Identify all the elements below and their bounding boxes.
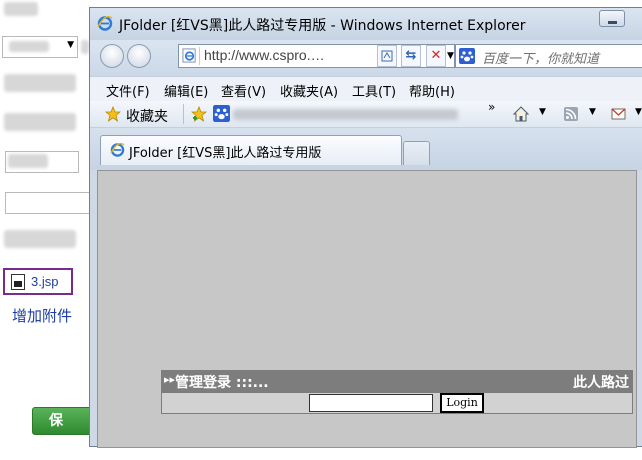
add-favorite-icon[interactable] bbox=[191, 106, 207, 122]
blurred-field bbox=[4, 113, 76, 131]
blurred-field bbox=[4, 230, 76, 248]
rss-feed-icon[interactable] bbox=[562, 105, 580, 123]
home-icon[interactable] bbox=[512, 105, 530, 123]
compatibility-icon bbox=[381, 50, 393, 62]
baidu-paw-icon bbox=[459, 48, 475, 64]
favorites-star-icon[interactable] bbox=[105, 106, 121, 122]
navigation-bar: http://www.cspro.… ▼ ⇆ ✕ 百度一下，你就知道 bbox=[90, 40, 642, 76]
menu-help[interactable]: 帮助(H) bbox=[409, 81, 455, 100]
window-title: JFolder [红VS黑]此人路过专用版 - Windows Internet… bbox=[119, 18, 526, 34]
login-panel: ▸▸ 管理登录 :::... 此人路过 Login bbox=[161, 370, 633, 416]
favorites-bar: 收藏夹 » ▼ ▼ ▼ bbox=[90, 100, 642, 128]
login-title: 管理登录 :::... bbox=[175, 375, 269, 391]
more-favorites-chevron[interactable]: » bbox=[488, 100, 495, 114]
refresh-button[interactable]: ⇆ bbox=[401, 45, 421, 67]
page-icon bbox=[182, 48, 196, 63]
menu-file[interactable]: 文件(F) bbox=[106, 81, 150, 100]
search-box[interactable]: 百度一下，你就知道 bbox=[455, 44, 642, 68]
chevron-down-icon[interactable]: ▼ bbox=[447, 51, 454, 61]
add-attachment-link[interactable]: 增加附件 bbox=[12, 305, 72, 326]
title-bar[interactable]: JFolder [红VS黑]此人路过专用版 - Windows Internet… bbox=[90, 8, 642, 40]
attachment-file[interactable]: 3.jsp bbox=[3, 268, 73, 295]
search-placeholder[interactable]: 百度一下，你就知道 bbox=[482, 48, 599, 67]
chevron-down-icon[interactable]: ▼ bbox=[589, 107, 596, 117]
minimize-button[interactable] bbox=[599, 10, 625, 27]
password-input[interactable] bbox=[309, 394, 433, 412]
save-button[interactable]: 保 存 bbox=[32, 407, 92, 455]
baidu-paw-icon[interactable] bbox=[213, 105, 230, 122]
login-button[interactable]: Login bbox=[440, 393, 484, 413]
address-text[interactable]: http://www.cspro.… bbox=[204, 47, 325, 63]
stop-button[interactable]: ✕ bbox=[426, 45, 446, 67]
attachment-link[interactable]: 3.jsp bbox=[31, 274, 58, 289]
chevron-down-icon: ▼ bbox=[67, 40, 74, 50]
ie-window: JFolder [红VS黑]此人路过专用版 - Windows Internet… bbox=[89, 7, 642, 448]
mail-icon[interactable] bbox=[610, 105, 628, 123]
tab-jfolder[interactable]: JFolder [红VS黑]此人路过专用版 bbox=[100, 135, 402, 165]
login-body: Login bbox=[161, 392, 633, 414]
chevron-down-icon[interactable]: ▼ bbox=[635, 107, 642, 117]
file-icon bbox=[11, 273, 25, 290]
double-arrow-icon: ▸▸ bbox=[164, 373, 176, 386]
blurred-favorites bbox=[233, 109, 458, 120]
tab-strip: JFolder [红VS黑]此人路过专用版 bbox=[90, 128, 642, 170]
menu-tools[interactable]: 工具(T) bbox=[352, 81, 396, 100]
blurred-text bbox=[4, 2, 38, 16]
menu-bar: 文件(F) 编辑(E) 查看(V) 收藏夹(A) 工具(T) 帮助(H) bbox=[90, 76, 642, 101]
background-select[interactable]: ▼ bbox=[2, 36, 78, 58]
login-header: ▸▸ 管理登录 :::... 此人路过 bbox=[161, 370, 633, 392]
compatibility-view-button[interactable] bbox=[377, 45, 397, 67]
forward-button[interactable] bbox=[127, 44, 151, 68]
address-separator bbox=[199, 47, 200, 65]
back-button[interactable] bbox=[100, 44, 124, 68]
ie-logo-icon bbox=[110, 142, 125, 157]
menu-edit[interactable]: 编辑(E) bbox=[164, 81, 208, 100]
blurred-text bbox=[8, 154, 48, 168]
blurred-text bbox=[9, 41, 49, 52]
background-input[interactable] bbox=[5, 192, 91, 214]
blurred-field bbox=[4, 74, 76, 92]
favorites-label[interactable]: 收藏夹 bbox=[126, 106, 168, 126]
refresh-icon: ⇆ bbox=[405, 48, 417, 63]
menu-favorites[interactable]: 收藏夹(A) bbox=[280, 81, 338, 100]
background-input[interactable] bbox=[5, 151, 79, 173]
close-icon: ✕ bbox=[430, 48, 442, 63]
new-tab-button[interactable] bbox=[403, 141, 430, 165]
chevron-down-icon[interactable]: ▼ bbox=[539, 107, 546, 117]
favorites-separator bbox=[183, 104, 184, 124]
ie-logo-icon bbox=[97, 15, 113, 31]
blurred-text bbox=[81, 40, 89, 54]
login-right-text: 此人路过 bbox=[573, 375, 629, 391]
tab-label: JFolder [红VS黑]此人路过专用版 bbox=[129, 146, 322, 161]
page-content: ▸▸ 管理登录 :::... 此人路过 Login bbox=[97, 170, 637, 448]
menu-view[interactable]: 查看(V) bbox=[221, 81, 266, 100]
